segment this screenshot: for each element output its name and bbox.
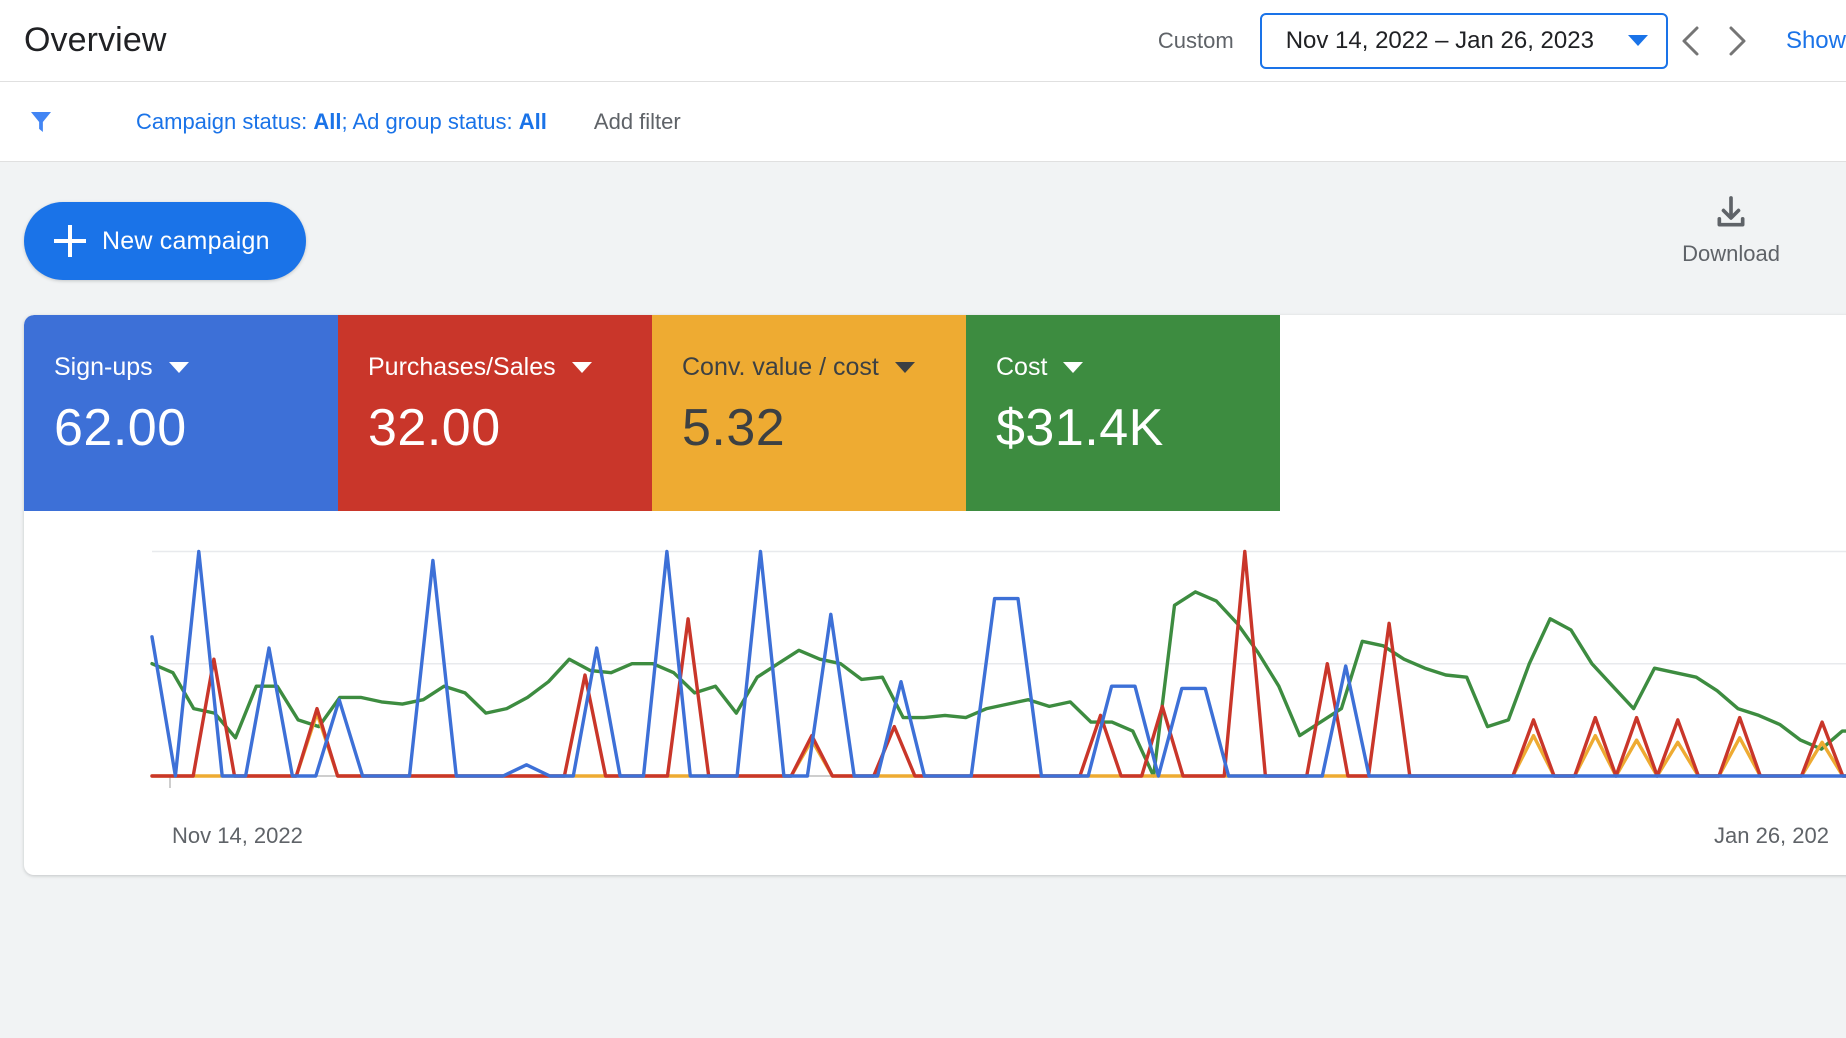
download-icon [1711, 193, 1751, 233]
filter-chip-campaign-value: All [313, 109, 341, 134]
metric-card-label: Conv. value / cost [682, 353, 879, 382]
header-controls: Custom Nov 14, 2022 – Jan 26, 2023 Show [1158, 0, 1846, 81]
page-title: Overview [24, 21, 167, 60]
date-range-value: Nov 14, 2022 – Jan 26, 2023 [1286, 27, 1594, 55]
download-label: Download [1682, 241, 1780, 267]
performance-chart: Nov 14, 2022 Jan 26, 202 [24, 511, 1846, 875]
chart-series-line [152, 592, 1846, 776]
metric-card-header[interactable]: Purchases/Sales [368, 353, 652, 382]
date-range-picker[interactable]: Nov 14, 2022 – Jan 26, 2023 [1260, 13, 1668, 69]
filter-bar: Campaign status: All; Ad group status: A… [0, 82, 1846, 162]
next-period-button[interactable] [1714, 18, 1760, 64]
x-axis-label-end: Jan 26, 202 [1714, 823, 1829, 849]
chevron-down-icon [572, 362, 592, 373]
metric-card-cost[interactable]: Cost $31.4K [966, 315, 1280, 511]
filter-funnel-icon[interactable] [26, 107, 56, 137]
previous-period-button[interactable] [1668, 18, 1714, 64]
chart-x-axis: Nov 14, 2022 Jan 26, 202 [24, 811, 1846, 871]
metric-card-header[interactable]: Sign-ups [54, 353, 338, 382]
metric-card-value: 32.00 [368, 398, 652, 458]
metric-card-label: Sign-ups [54, 353, 153, 382]
filter-chip-prefix: Campaign status: [136, 109, 313, 134]
chevron-down-icon [169, 362, 189, 373]
metric-card-label: Purchases/Sales [368, 353, 556, 382]
chevron-left-icon [1676, 24, 1706, 58]
x-axis-label-start: Nov 14, 2022 [172, 823, 303, 849]
chevron-down-icon [895, 362, 915, 373]
metric-card-row: Sign-ups 62.00 Purchases/Sales 32.00 Con… [24, 315, 1280, 511]
chevron-down-icon [1063, 362, 1083, 373]
action-toolbar: New campaign Download [0, 163, 1846, 310]
metric-card-header[interactable]: Cost [996, 353, 1280, 382]
metric-card-sign-ups[interactable]: Sign-ups 62.00 [24, 315, 338, 511]
chevron-right-icon [1722, 24, 1752, 58]
metric-card-value: $31.4K [996, 398, 1280, 458]
new-campaign-label: New campaign [102, 227, 270, 256]
metric-card-purchases-sales[interactable]: Purchases/Sales 32.00 [338, 315, 652, 511]
filter-chip-adgroup-value: All [519, 109, 547, 134]
metric-card-conv-value-cost[interactable]: Conv. value / cost 5.32 [652, 315, 966, 511]
metric-card-value: 62.00 [54, 398, 338, 458]
filter-chip-middle: ; Ad group status: [341, 109, 518, 134]
metric-card-value: 5.32 [682, 398, 966, 458]
download-button[interactable]: Download [1682, 193, 1780, 267]
show-link[interactable]: Show [1786, 27, 1846, 55]
metric-card-header[interactable]: Conv. value / cost [682, 353, 966, 382]
date-preset-label: Custom [1158, 28, 1234, 54]
chart-plot-area [24, 511, 1846, 821]
new-campaign-button[interactable]: New campaign [24, 202, 306, 280]
metric-card-label: Cost [996, 353, 1047, 382]
plus-icon [54, 225, 86, 257]
overview-panel: Sign-ups 62.00 Purchases/Sales 32.00 Con… [24, 315, 1846, 875]
chevron-down-icon [1628, 35, 1648, 46]
page-header: Overview Custom Nov 14, 2022 – Jan 26, 2… [0, 0, 1846, 82]
filter-chip-status[interactable]: Campaign status: All; Ad group status: A… [136, 109, 547, 135]
add-filter-button[interactable]: Add filter [594, 109, 681, 135]
